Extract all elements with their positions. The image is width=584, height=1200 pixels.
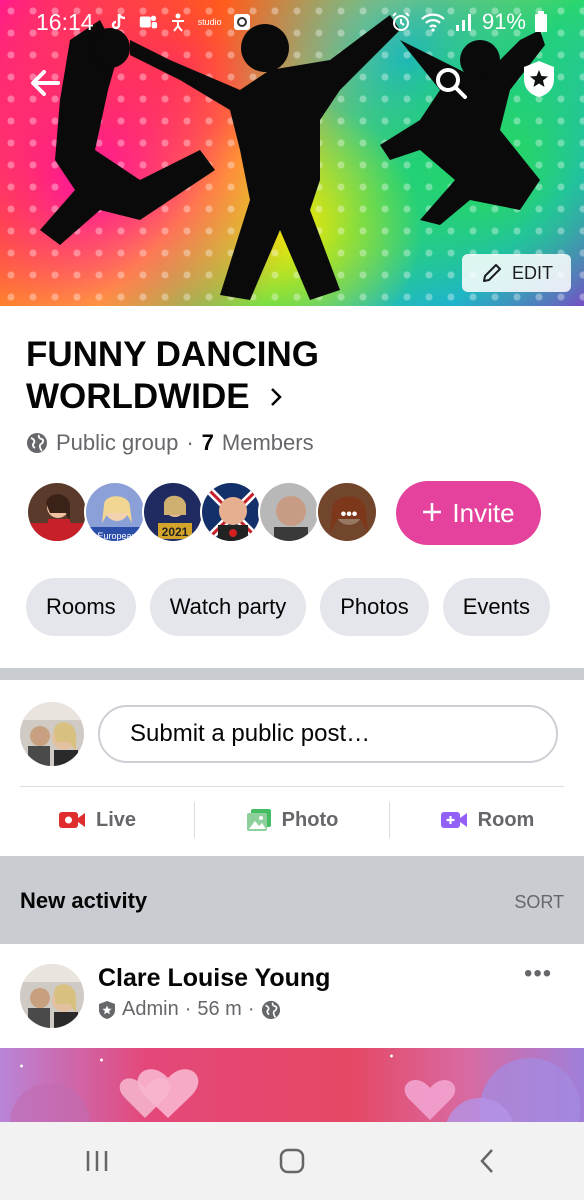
system-nav-bar: [0, 1122, 584, 1200]
edit-cover-button[interactable]: EDIT: [462, 254, 571, 292]
home-button[interactable]: [252, 1131, 332, 1191]
battery-icon: [535, 11, 547, 32]
group-name[interactable]: FUNNY DANCING WORLDWIDE: [26, 334, 406, 420]
member-avatar[interactable]: [200, 481, 262, 543]
photo-button[interactable]: Photo: [195, 800, 389, 840]
back-button[interactable]: [22, 60, 68, 106]
post-composer-input[interactable]: Submit a public post…: [98, 705, 558, 763]
more-members-dots: •••: [341, 506, 358, 523]
chevron-right-icon: [269, 378, 283, 420]
alarm-icon: [392, 12, 410, 31]
post-more-button[interactable]: •••: [524, 960, 552, 988]
member-avatar[interactable]: 2021: [142, 481, 204, 543]
live-video-icon: [58, 812, 85, 828]
room-video-plus-icon: [440, 812, 467, 828]
chip-events[interactable]: Events: [442, 578, 551, 636]
recent-apps-icon: [87, 1151, 108, 1171]
admin-tools-button[interactable]: [516, 56, 562, 102]
post-time[interactable]: 56 m: [197, 998, 241, 1021]
avatar-badge: 2021: [162, 525, 189, 539]
globe-icon: [261, 1000, 280, 1019]
admin-badge-icon: [99, 1000, 115, 1019]
post-meta: Admin · 56 m ·: [98, 998, 281, 1021]
wifi-icon: [421, 13, 445, 32]
group-meta: Public group · 7 Members: [26, 430, 314, 456]
home-icon: [279, 1148, 305, 1174]
signal-icon: [455, 14, 471, 31]
avatar-badge: European: [97, 531, 136, 541]
group-tabs: Rooms Watch party Photos Events: [26, 578, 551, 636]
composer-actions: Live Photo Room: [0, 800, 584, 840]
search-button[interactable]: [428, 60, 474, 106]
invite-button[interactable]: Invite: [396, 481, 541, 545]
meta-separator: ·: [186, 430, 194, 455]
pencil-icon: [482, 264, 501, 282]
notification-icons: studio: [108, 12, 252, 32]
chevron-left-icon: [479, 1149, 493, 1173]
user-avatar[interactable]: [20, 702, 84, 766]
search-icon: [436, 68, 467, 99]
shield-star-icon: [524, 61, 554, 97]
group-privacy: Public group: [56, 430, 179, 455]
recent-apps-button[interactable]: [57, 1131, 137, 1191]
section-divider: [0, 668, 584, 680]
status-time: 16:14: [36, 8, 94, 35]
member-avatar[interactable]: European: [84, 481, 146, 543]
arrow-left-icon: [31, 70, 60, 96]
members-label[interactable]: Members: [222, 430, 314, 456]
new-activity-title: New activity: [20, 888, 148, 913]
post-role: Admin: [122, 998, 179, 1020]
live-button[interactable]: Live: [0, 800, 194, 840]
room-button[interactable]: Room: [390, 800, 584, 840]
sort-button[interactable]: SORT: [514, 892, 564, 913]
edit-cover-label: EDIT: [511, 262, 553, 283]
app-icon: [232, 12, 252, 32]
plus-icon: [422, 498, 442, 528]
post-author-avatar[interactable]: [20, 964, 84, 1028]
member-avatar[interactable]: [26, 481, 88, 543]
globe-icon: [27, 433, 47, 453]
status-right: 91%: [390, 9, 548, 35]
member-count[interactable]: 7: [202, 430, 214, 456]
accessibility-icon: [168, 12, 188, 32]
tiktok-icon: [108, 12, 128, 32]
chip-photos[interactable]: Photos: [320, 578, 429, 636]
battery-percent: 91%: [481, 9, 526, 34]
photo-label: Photo: [281, 808, 339, 831]
post-author-name[interactable]: Clare Louise Young: [98, 964, 330, 993]
status-bar: 16:14 studio 91%: [0, 0, 584, 44]
studio-icon: studio: [197, 17, 222, 27]
teams-icon: [138, 12, 158, 32]
post-image[interactable]: [0, 1048, 584, 1128]
hearts-graphic: [10, 1054, 580, 1128]
chip-watch-party[interactable]: Watch party: [149, 578, 307, 636]
invite-label: Invite: [452, 497, 515, 528]
member-avatar[interactable]: [258, 481, 320, 543]
live-label: Live: [95, 808, 137, 831]
meta-separator: ·: [184, 998, 192, 1020]
photo-icon: [246, 809, 271, 831]
composer-placeholder: Submit a public post…: [130, 720, 371, 747]
nav-back-button[interactable]: [447, 1131, 527, 1191]
chip-rooms[interactable]: Rooms: [26, 578, 136, 636]
composer-divider: [20, 786, 564, 787]
meta-separator: ·: [247, 998, 255, 1020]
cover-photo: 16:14 studio 91% EDIT: [0, 0, 584, 306]
room-label: Room: [477, 808, 535, 831]
more-members-avatar[interactable]: •••: [316, 481, 378, 543]
member-avatars[interactable]: European 2021 •••: [26, 481, 378, 543]
